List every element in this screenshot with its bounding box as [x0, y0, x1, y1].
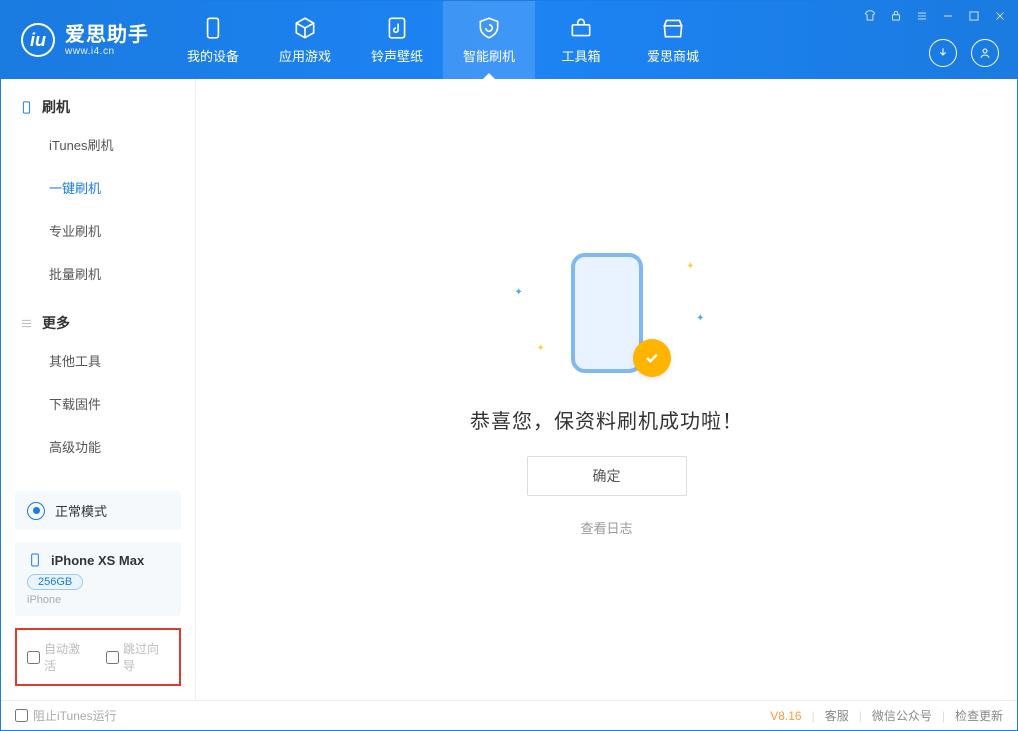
shield-refresh-icon [476, 15, 502, 41]
toolbox-icon [568, 15, 594, 41]
lock-icon[interactable] [889, 9, 903, 23]
sidebar-item-other-tools[interactable]: 其他工具 [1, 339, 195, 382]
user-icon[interactable] [971, 39, 999, 67]
success-headline: 恭喜您，保资料刷机成功啦！ [470, 405, 743, 434]
phone-outline-icon [19, 100, 34, 115]
sidebar-item-advanced[interactable]: 高级功能 [1, 425, 195, 468]
store-icon [660, 15, 686, 41]
device-box[interactable]: iPhone XS Max 256GB iPhone [15, 542, 181, 616]
footer: 阻止iTunes运行 V8.16 | 客服 | 微信公众号 | 检查更新 [1, 700, 1017, 730]
success-check-icon [633, 339, 671, 377]
music-file-icon [384, 15, 410, 41]
device-phone-icon [27, 552, 43, 568]
checkbox-input[interactable] [15, 709, 28, 722]
nav-label: 我的设备 [187, 46, 239, 65]
brand-logo-icon: iu [21, 23, 55, 57]
cube-icon [292, 15, 318, 41]
nav-my-device[interactable]: 我的设备 [167, 1, 259, 79]
sidebar-item-pro-flash[interactable]: 专业刷机 [1, 209, 195, 252]
sparkle-icon: ✦ [686, 261, 694, 272]
nav-label: 铃声壁纸 [371, 46, 423, 65]
device-capacity: 256GB [27, 574, 83, 590]
brand: iu 爱思助手 www.i4.cn [1, 1, 167, 79]
sidebar-item-itunes-flash[interactable]: iTunes刷机 [1, 123, 195, 166]
mode-box[interactable]: 正常模式 [15, 491, 181, 530]
list-icon [19, 316, 34, 331]
checkbox-input[interactable] [27, 651, 40, 664]
tshirt-icon[interactable] [863, 9, 877, 23]
sidebar: 刷机 iTunes刷机 一键刷机 专业刷机 批量刷机 更多 其他工具 下载固件 … [1, 79, 196, 700]
nav-ringtones-wallpapers[interactable]: 铃声壁纸 [351, 1, 443, 79]
sidebar-section-title: 刷机 [42, 97, 70, 117]
nav-apps-games[interactable]: 应用游戏 [259, 1, 351, 79]
download-icon[interactable] [929, 39, 957, 67]
sparkle-icon: ✦ [537, 343, 545, 354]
checkbox-input[interactable] [106, 651, 119, 664]
nav-label: 应用游戏 [279, 46, 331, 65]
device-type: iPhone [27, 594, 169, 606]
maximize-icon[interactable] [967, 9, 981, 23]
top-nav: 我的设备 应用游戏 铃声壁纸 智能刷机 工具箱 爱思商城 [167, 1, 719, 79]
phone-icon [200, 15, 226, 41]
footer-link-wechat[interactable]: 微信公众号 [872, 707, 932, 724]
checkbox-block-itunes[interactable]: 阻止iTunes运行 [15, 707, 117, 724]
checkbox-label: 阻止iTunes运行 [33, 707, 117, 724]
mode-indicator-icon [27, 502, 45, 520]
sidebar-item-download-firmware[interactable]: 下载固件 [1, 382, 195, 425]
sidebar-item-batch-flash[interactable]: 批量刷机 [1, 252, 195, 295]
mode-label: 正常模式 [55, 501, 107, 520]
nav-label: 爱思商城 [647, 46, 699, 65]
close-icon[interactable] [993, 9, 1007, 23]
options-box: 自动激活 跳过向导 [15, 628, 181, 686]
sidebar-item-onekey-flash[interactable]: 一键刷机 [1, 166, 195, 209]
sparkle-icon: ✦ [696, 313, 704, 324]
app-header: iu 爱思助手 www.i4.cn 我的设备 应用游戏 铃声壁纸 智能刷机 工具… [1, 1, 1017, 79]
minimize-icon[interactable] [941, 9, 955, 23]
sparkle-icon: ✦ [515, 287, 523, 298]
nav-store[interactable]: 爱思商城 [627, 1, 719, 79]
phone-graphic-icon [571, 253, 643, 373]
footer-link-support[interactable]: 客服 [825, 707, 849, 724]
header-action-circles [929, 39, 999, 67]
nav-toolbox[interactable]: 工具箱 [535, 1, 627, 79]
footer-link-update[interactable]: 检查更新 [955, 707, 1003, 724]
sidebar-section-more: 更多 [1, 295, 195, 339]
checkbox-skip-guide[interactable]: 跳过向导 [106, 640, 169, 674]
nav-label: 智能刷机 [463, 46, 515, 65]
window-controls [863, 9, 1007, 23]
checkbox-label: 跳过向导 [123, 640, 169, 674]
menu-icon[interactable] [915, 9, 929, 23]
device-name: iPhone XS Max [51, 553, 144, 568]
nav-label: 工具箱 [561, 46, 600, 65]
sidebar-section-title: 更多 [42, 313, 70, 333]
brand-subtitle: www.i4.cn [65, 46, 149, 57]
version-label: V8.16 [770, 709, 801, 723]
ok-button[interactable]: 确定 [527, 456, 687, 496]
view-log-link[interactable]: 查看日志 [580, 518, 632, 537]
nav-smart-flash[interactable]: 智能刷机 [443, 1, 535, 79]
checkbox-auto-activate[interactable]: 自动激活 [27, 640, 90, 674]
brand-title: 爱思助手 [65, 24, 149, 46]
sidebar-section-flash: 刷机 [1, 79, 195, 123]
success-illustration: ✦ ✦ ✦ ✦ [507, 243, 707, 383]
checkbox-label: 自动激活 [44, 640, 90, 674]
main-content: ✦ ✦ ✦ ✦ 恭喜您，保资料刷机成功啦！ 确定 查看日志 [196, 79, 1017, 700]
